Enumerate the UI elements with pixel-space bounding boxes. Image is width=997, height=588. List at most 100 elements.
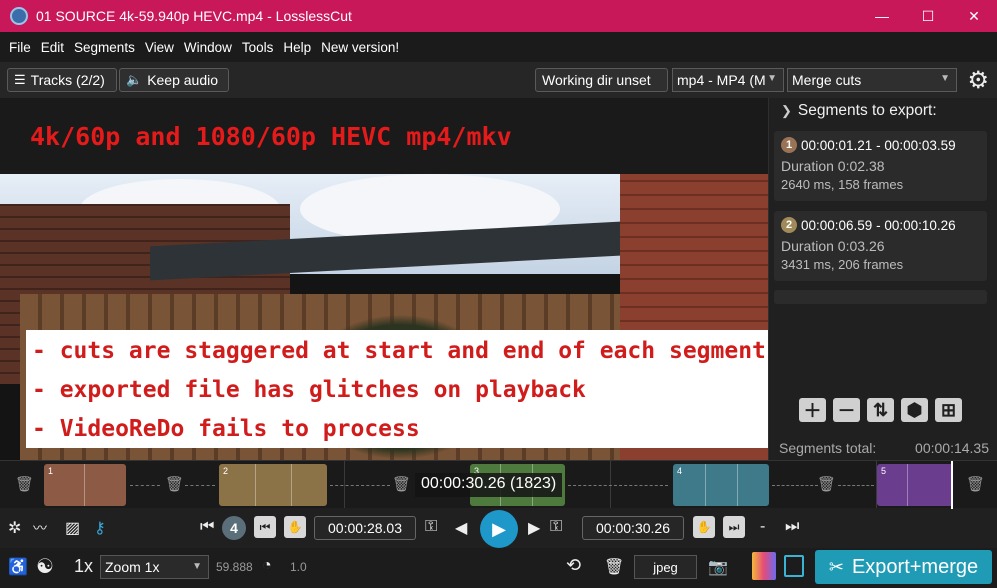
segment-info: 3431 ms, 206 frames bbox=[781, 257, 904, 272]
menu-tools[interactable]: Tools bbox=[237, 40, 279, 55]
segment-range: 00:00:01.21 - 00:00:03.59 bbox=[801, 137, 956, 153]
current-segment-badge: 4 bbox=[222, 516, 246, 540]
settings-small-icon[interactable]: ✲ bbox=[8, 518, 21, 538]
timeline-segment-1[interactable]: 1 bbox=[44, 464, 126, 506]
zoom-value: Zoom 1x bbox=[105, 559, 160, 575]
accessibility-icon[interactable]: ♿ bbox=[8, 557, 28, 577]
prev-segment-button[interactable]: ⏮ bbox=[254, 516, 276, 538]
export-merge-button[interactable]: ✂ Export+merge bbox=[815, 550, 992, 584]
cut-start-input[interactable]: 00:00:28.03 bbox=[314, 516, 416, 540]
playback-controls: ✲ 〰 ▨ ⚷ ⏮ 4 ⏮ ✋ 00:00:28.03 ⚿ ◀ ▶ ▶ ⚿ 00… bbox=[0, 508, 997, 548]
menu-edit[interactable]: Edit bbox=[36, 40, 69, 55]
remove-segment-icon[interactable]: － bbox=[833, 398, 860, 422]
play-button[interactable]: ▶ bbox=[480, 510, 518, 548]
timeline-segment-5[interactable]: 5 bbox=[877, 464, 953, 506]
playhead[interactable] bbox=[951, 461, 953, 509]
cut-end-input[interactable]: 00:00:30.26 bbox=[582, 516, 684, 540]
list-icon: ☰ bbox=[14, 72, 26, 87]
add-segment-icon[interactable]: ＋ bbox=[799, 398, 826, 422]
chevron-down-icon: ▼ bbox=[940, 73, 950, 84]
annotation-line: - VideoReDo fails to process bbox=[32, 416, 420, 442]
jump-end-icon[interactable]: ⏭ bbox=[785, 518, 799, 536]
app-logo-icon bbox=[10, 7, 28, 25]
thumbnails-icon[interactable]: ▨ bbox=[65, 518, 80, 538]
timeline-segment-2[interactable]: 2 bbox=[219, 464, 327, 506]
key-icon[interactable]: ⚿ bbox=[425, 518, 437, 536]
menu-segments[interactable]: Segments bbox=[69, 40, 140, 55]
step-back-icon[interactable]: ◀ bbox=[455, 518, 467, 538]
split-icon[interactable]: ⊞ bbox=[935, 398, 962, 422]
bottom-bar: ♿ ☯ 1x Zoom 1x ▼ 59.888 ◔ 1.0 ⟲ 🗑 jpeg 📷… bbox=[0, 548, 997, 588]
menu-window[interactable]: Window bbox=[179, 40, 237, 55]
merge-mode-select[interactable]: Merge cuts ▼ bbox=[787, 68, 957, 92]
format-select[interactable]: mp4 - MP4 (M ▼ bbox=[672, 68, 784, 92]
sort-icon[interactable]: ⇅ bbox=[867, 398, 894, 422]
segment-card-1[interactable]: 1 00:00:01.21 - 00:00:03.59 Duration 0:0… bbox=[774, 131, 987, 201]
segment-range: 00:00:06.59 - 00:00:10.26 bbox=[801, 217, 956, 233]
waveform-icon[interactable]: 〰 bbox=[33, 518, 47, 538]
speedometer-icon[interactable]: ◔ bbox=[262, 557, 272, 575]
trash-icon[interactable]: 🗑 bbox=[165, 475, 184, 493]
tracks-label: Tracks (2/2) bbox=[30, 72, 105, 88]
merge-mode-value: Merge cuts bbox=[792, 72, 862, 88]
trash-icon[interactable]: 🗑 bbox=[15, 475, 34, 493]
segment-card-partial[interactable] bbox=[774, 290, 987, 304]
segment-duration: Duration 0:03.26 bbox=[781, 238, 885, 254]
chevron-down-icon: ▼ bbox=[767, 73, 777, 84]
jump-start-icon[interactable]: ⏮ bbox=[200, 518, 214, 536]
step-forward-icon[interactable]: ▶ bbox=[528, 518, 540, 538]
trash-icon[interactable]: 🗑 bbox=[817, 475, 836, 493]
segment-number-badge: 2 bbox=[781, 217, 797, 233]
trash-icon[interactable]: 🗑 bbox=[392, 475, 411, 493]
set-start-hand-button[interactable]: ✋ bbox=[284, 516, 306, 538]
yin-yang-icon[interactable]: ☯ bbox=[36, 554, 54, 579]
segments-title: Segments to export: bbox=[797, 102, 937, 119]
trash-icon[interactable]: 🗑 bbox=[966, 475, 985, 493]
timeline[interactable]: 🗑 1 🗑 2 🗑 3 4 🗑 5 🗑 00:00:30.26 (1823) bbox=[0, 460, 997, 509]
gear-icon[interactable]: ⚙ bbox=[967, 66, 989, 95]
timeline-current-time: 00:00:30.26 (1823) bbox=[415, 473, 563, 497]
format-value: mp4 - MP4 (M bbox=[677, 72, 766, 88]
segment-duration: Duration 0:02.38 bbox=[781, 158, 885, 174]
keep-audio-button[interactable]: 🔈 Keep audio bbox=[119, 68, 229, 92]
menu-file[interactable]: File bbox=[4, 40, 36, 55]
calendar-icon[interactable] bbox=[784, 555, 804, 577]
video-preview[interactable]: 4k/60p and 1080/60p HEVC mp4/mkv - cuts … bbox=[0, 98, 768, 460]
next-segment-button[interactable]: ⏭ bbox=[723, 516, 745, 538]
close-button[interactable]: ✕ bbox=[951, 0, 997, 32]
menu-view[interactable]: View bbox=[140, 40, 179, 55]
losslesscut-logo-icon[interactable] bbox=[752, 552, 776, 580]
segments-total: Segments total: 00:00:14.35 bbox=[779, 440, 989, 456]
keyframe-icon[interactable]: ⚷ bbox=[94, 518, 106, 538]
fps-value[interactable]: 59.888 bbox=[216, 560, 253, 574]
camera-icon[interactable]: 📷 bbox=[708, 557, 728, 577]
segment-tools: ＋ － ⇅ ⬢ ⊞ bbox=[799, 398, 962, 422]
working-dir-button[interactable]: Working dir unset bbox=[535, 68, 668, 92]
keep-audio-label: Keep audio bbox=[147, 72, 219, 88]
menu-new-version[interactable]: New version! bbox=[316, 40, 404, 55]
trash-icon[interactable]: 🗑 bbox=[604, 557, 624, 577]
rate-value[interactable]: 1.0 bbox=[290, 560, 307, 574]
segment-card-2[interactable]: 2 00:00:06.59 - 00:00:10.26 Duration 0:0… bbox=[774, 211, 987, 281]
minimize-button[interactable]: — bbox=[859, 0, 905, 32]
working-dir-label: Working dir unset bbox=[542, 72, 651, 88]
annotation-line: - exported file has glitches on playback bbox=[32, 377, 586, 403]
key-icon[interactable]: ⚿ bbox=[550, 518, 562, 536]
segments-header[interactable]: ❯ Segments to export: bbox=[781, 102, 937, 120]
menu-help[interactable]: Help bbox=[278, 40, 316, 55]
capture-format-select[interactable]: jpeg bbox=[634, 555, 697, 579]
chevron-down-icon: ▼ bbox=[192, 561, 202, 572]
maximize-button[interactable]: ☐ bbox=[905, 0, 951, 32]
export-merge-label: Export+merge bbox=[851, 555, 979, 578]
rotate-icon[interactable]: ⟲ bbox=[566, 555, 581, 576]
zoom-select[interactable]: Zoom 1x ▼ bbox=[100, 555, 209, 579]
set-end-hand-button[interactable]: ✋ bbox=[693, 516, 715, 538]
segments-total-label: Segments total: bbox=[779, 440, 877, 456]
tag-icon[interactable]: ⬢ bbox=[901, 398, 928, 422]
scissors-icon: ✂ bbox=[828, 556, 844, 577]
video-headline-text: 4k/60p and 1080/60p HEVC mp4/mkv bbox=[30, 122, 512, 151]
timeline-segment-4[interactable]: 4 bbox=[673, 464, 769, 506]
segment-info: 2640 ms, 158 frames bbox=[781, 177, 904, 192]
playback-speed[interactable]: 1x bbox=[74, 556, 93, 577]
tracks-button[interactable]: ☰ Tracks (2/2) bbox=[7, 68, 117, 92]
